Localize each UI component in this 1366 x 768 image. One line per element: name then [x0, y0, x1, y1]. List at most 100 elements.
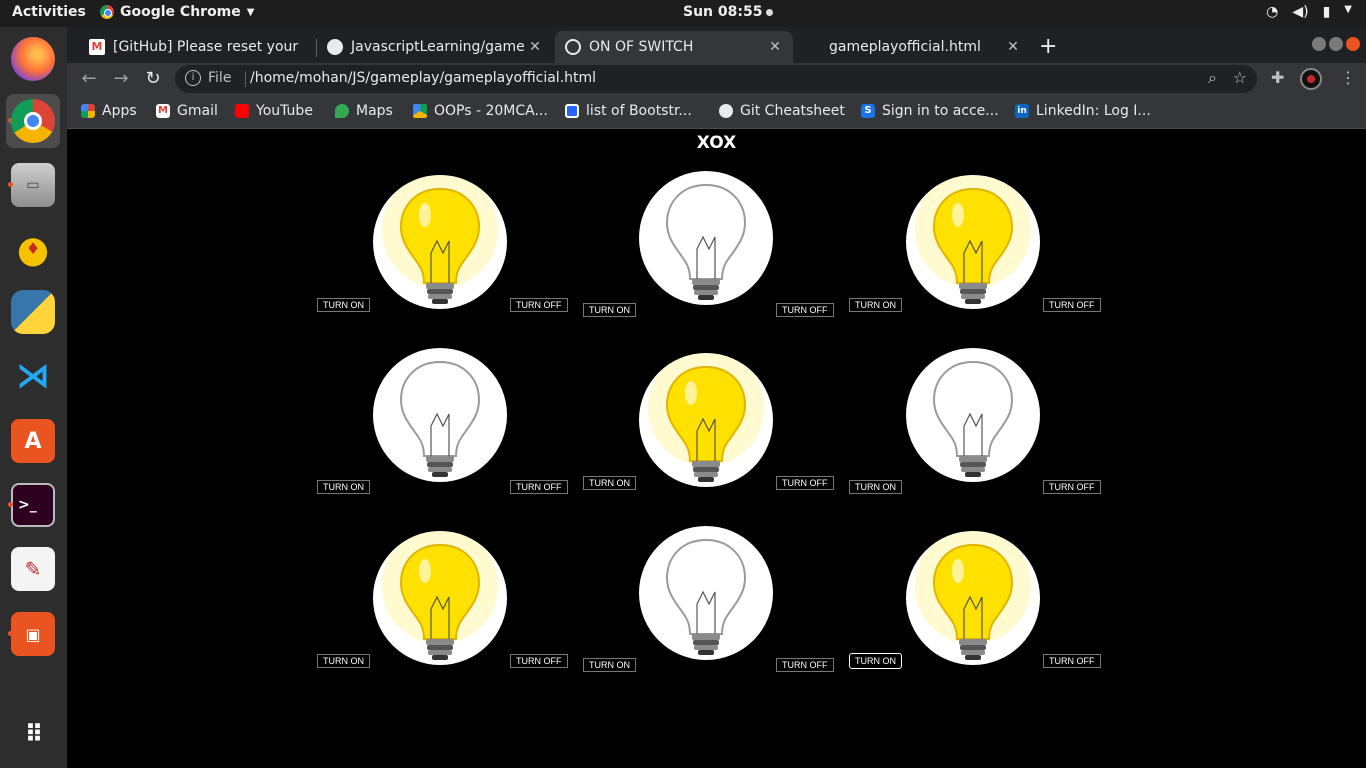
- volume-icon: ◀): [1292, 4, 1309, 20]
- more-menu-icon[interactable]: ⋮: [1340, 68, 1356, 87]
- bookmark-label: OOPs - 20MCA...: [434, 103, 548, 119]
- back-button[interactable]: ←: [77, 67, 101, 91]
- clock[interactable]: Sun 08:55: [683, 4, 774, 20]
- globe-icon: [565, 39, 581, 55]
- turn-off-button-9[interactable]: TURN OFF: [1043, 654, 1101, 668]
- divider: [245, 71, 246, 87]
- bookmark-gmail[interactable]: M Gmail: [156, 103, 218, 119]
- turn-on-button-8[interactable]: TURN ON: [583, 658, 636, 672]
- dock-teapot[interactable]: ♦: [6, 221, 60, 275]
- software-center-icon: A: [11, 419, 55, 463]
- lightbulb-on-icon: [906, 175, 1040, 309]
- system-tray[interactable]: ◔ ◀) ▮ ▼: [1266, 4, 1352, 20]
- bulb-1: [373, 175, 507, 309]
- dock-text-editor[interactable]: ✎: [6, 542, 60, 596]
- extensions-icon[interactable]: ✚: [1271, 68, 1284, 87]
- turn-off-button-3[interactable]: TURN OFF: [1043, 298, 1101, 312]
- bookmark-youtube[interactable]: YouTube: [235, 103, 313, 119]
- lightbulb-on-icon: [639, 353, 773, 487]
- gmail-icon: M: [89, 39, 105, 55]
- info-icon[interactable]: i: [185, 70, 201, 86]
- app-menu[interactable]: Google Chrome ▼: [100, 4, 254, 20]
- dock-python[interactable]: [6, 285, 60, 339]
- close-icon[interactable]: ✕: [767, 39, 783, 55]
- bookmark-apps[interactable]: Apps: [81, 103, 137, 119]
- turn-off-button-8[interactable]: TURN OFF: [776, 658, 834, 672]
- apps-grid-icon: ⠿: [24, 720, 44, 748]
- turn-off-button-1[interactable]: TURN OFF: [510, 298, 568, 312]
- close-window-button[interactable]: [1346, 37, 1360, 51]
- tab-gameplayofficial[interactable]: gameplayofficial.html ✕: [795, 31, 1031, 63]
- close-icon[interactable]: ✕: [527, 39, 543, 55]
- turn-on-button-1[interactable]: TURN ON: [317, 298, 370, 312]
- dock: ▭ ♦ ⋊ A >_ ✎ ▣ ⠿: [0, 27, 67, 768]
- url-text[interactable]: /home/mohan/JS/gameplay/gameplayofficial…: [250, 70, 596, 86]
- turn-on-button-5[interactable]: TURN ON: [583, 476, 636, 490]
- github-icon: [719, 104, 733, 118]
- turn-on-button-4[interactable]: TURN ON: [317, 480, 370, 494]
- dock-vscode[interactable]: ⋊: [6, 349, 60, 403]
- turn-on-button-7[interactable]: TURN ON: [317, 654, 370, 668]
- turn-off-button-5[interactable]: TURN OFF: [776, 476, 834, 490]
- turn-off-button-6[interactable]: TURN OFF: [1043, 480, 1101, 494]
- close-icon[interactable]: ✕: [1005, 39, 1021, 55]
- vscode-icon: ⋊: [16, 356, 50, 396]
- activities-button[interactable]: Activities: [12, 4, 86, 20]
- bulb-8: [639, 526, 773, 660]
- lightbulb-on-icon: [373, 175, 507, 309]
- lightbulb-off-icon: [373, 348, 507, 482]
- dock-terminal[interactable]: >_: [6, 478, 60, 532]
- tab-javascript-learning[interactable]: JavascriptLearning/game ✕: [317, 31, 553, 63]
- bulb-3: [906, 175, 1040, 309]
- address-bar[interactable]: i File /home/mohan/JS/gameplay/gameplayo…: [175, 65, 1257, 93]
- turn-off-button-2[interactable]: TURN OFF: [776, 303, 834, 317]
- bookmarks-bar: Apps M Gmail YouTube Maps OOPs - 20MCA..…: [67, 95, 1366, 129]
- drive-icon: [413, 104, 427, 118]
- minimize-button[interactable]: [1312, 37, 1326, 51]
- bookmark-linkedin[interactable]: in LinkedIn: Log I...: [1015, 103, 1151, 119]
- dock-firefox[interactable]: [6, 32, 60, 86]
- dock-archive[interactable]: ▣: [6, 607, 60, 661]
- bookmark-sign-in[interactable]: S Sign in to acce...: [861, 103, 999, 119]
- new-tab-button[interactable]: +: [1039, 34, 1057, 59]
- turn-off-button-7[interactable]: TURN OFF: [510, 654, 568, 668]
- maps-icon: [335, 104, 349, 118]
- tray-menu-icon: ▼: [1344, 4, 1352, 15]
- search-icon[interactable]: ⌕: [1208, 68, 1217, 88]
- show-applications-button[interactable]: ⠿: [6, 707, 60, 761]
- bulb-7: [373, 531, 507, 665]
- bookmark-label: LinkedIn: Log I...: [1036, 103, 1151, 119]
- linkedin-icon: in: [1015, 104, 1029, 118]
- bookmark-oops[interactable]: OOPs - 20MCA...: [413, 103, 548, 119]
- forward-button[interactable]: →: [109, 67, 133, 91]
- dock-software[interactable]: A: [6, 414, 60, 468]
- bookmark-git-cheatsheet[interactable]: Git Cheatsheet: [719, 103, 845, 119]
- profile-avatar[interactable]: [1300, 68, 1322, 90]
- bulb-2: [639, 171, 773, 305]
- bulb-4: [373, 348, 507, 482]
- turn-on-button-3[interactable]: TURN ON: [849, 298, 902, 312]
- bookmark-label: Maps: [356, 103, 393, 119]
- turn-on-button-2[interactable]: TURN ON: [583, 303, 636, 317]
- text-editor-icon: ✎: [11, 547, 55, 591]
- archive-icon: ▣: [11, 612, 55, 656]
- tab-on-of-switch[interactable]: ON OF SWITCH ✕: [555, 31, 793, 63]
- terminal-icon: >_: [11, 483, 55, 527]
- bookmark-bootstrap-list[interactable]: list of Bootstr...: [565, 103, 692, 119]
- turn-off-button-4[interactable]: TURN OFF: [510, 480, 568, 494]
- page-content: XOX TURN ON TURN OFF TURN ON TURN OFF TURN O…: [67, 130, 1366, 768]
- system-top-bar: Activities Google Chrome ▼ Sun 08:55 ◔ ◀…: [0, 0, 1366, 27]
- turn-on-button-9[interactable]: TURN ON: [849, 653, 902, 669]
- bookmark-maps[interactable]: Maps: [335, 103, 393, 119]
- dock-chrome[interactable]: [6, 94, 60, 148]
- youtube-icon: [235, 104, 249, 118]
- running-indicator: [8, 182, 13, 187]
- chrome-icon: [11, 99, 55, 143]
- tab-github-reset[interactable]: M [GitHub] Please reset your: [79, 31, 315, 63]
- bookmark-star-icon[interactable]: ☆: [1233, 68, 1247, 87]
- turn-on-button-6[interactable]: TURN ON: [849, 480, 902, 494]
- reload-button[interactable]: ↻: [141, 67, 165, 91]
- maximize-button[interactable]: [1329, 37, 1343, 51]
- github-icon: [327, 39, 343, 55]
- dock-files[interactable]: ▭: [6, 158, 60, 212]
